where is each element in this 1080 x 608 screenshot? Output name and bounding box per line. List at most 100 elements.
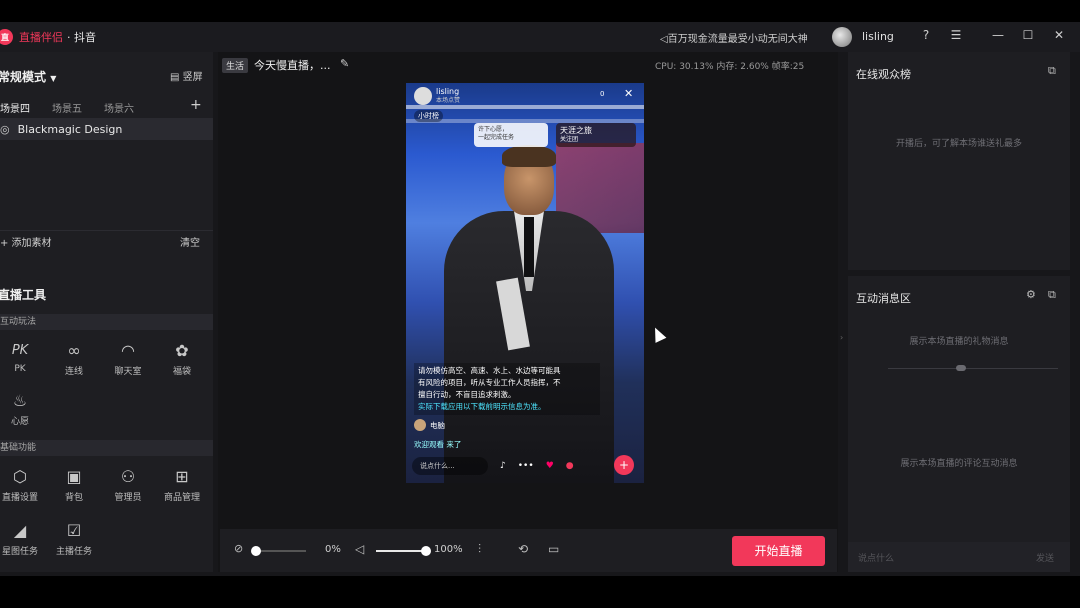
section-interactive: 互动玩法 — [0, 314, 213, 330]
close-icon[interactable]: ✕ — [1051, 28, 1067, 42]
app-name: 直播伴侣 — [19, 31, 63, 44]
hourly-rank-chip: 小时榜 — [414, 110, 443, 122]
task-check-icon: ☑ — [66, 521, 82, 540]
fan-club-card: 天涯之旅 关注团 — [556, 123, 636, 147]
announcement-text[interactable]: ◁百万现金流量最受小动无间大神 — [660, 30, 808, 45]
left-panel: 常规模式 ▼ ▤ 竖屏 场景四 场景五 场景六 + ◎ Blackmagic D… — [0, 52, 213, 572]
message-panel: 互动消息区 ⚙ ⧉ 展示本场直播的礼物消息 展示本场直播的评论互动消息 说点什么… — [848, 276, 1070, 572]
camera-switch-icon[interactable]: ▭ — [548, 542, 559, 556]
resize-handle[interactable] — [956, 365, 966, 371]
phone-header: lisling 本场点赞 — [414, 87, 460, 105]
link-icon: ∞ — [67, 341, 81, 360]
host-task-tool[interactable]: ☑ 主播任务 — [54, 520, 94, 557]
popout-icon[interactable]: ⧉ — [1048, 64, 1056, 78]
caret-down-icon: ▼ — [50, 74, 57, 83]
phone-mic-icon: ♪ — [500, 461, 506, 471]
camera-icon: ◎ — [0, 122, 10, 136]
platform-name: · 抖音 — [67, 31, 96, 44]
speaker-volume-slider[interactable] — [376, 546, 431, 556]
live-settings-tool[interactable]: ⬡ 直播设置 — [0, 466, 40, 503]
phone-gift-icon: ● — [565, 461, 574, 471]
product-tool[interactable]: ⊞ 商品管理 — [162, 466, 202, 503]
user-avatar[interactable] — [832, 27, 852, 47]
performance-stats: CPU: 30.13% 内存: 2.60% 帧率:25 — [655, 62, 805, 72]
message-input-bar: 说点什么 发送 — [848, 542, 1070, 572]
portrait-button[interactable]: ▤ 竖屏 — [170, 68, 203, 83]
mic-volume-value: 0% — [325, 544, 341, 555]
mic-muted-icon[interactable]: ⊘ — [234, 542, 243, 555]
app-logo-icon: 直 — [0, 29, 13, 45]
scene-tab-4[interactable]: 场景四 — [0, 100, 30, 115]
wish-card: 许下心愿， 一起完成任务 — [474, 123, 548, 147]
speaker-icon: ◁ — [660, 34, 668, 45]
help-icon[interactable]: ? — [918, 28, 934, 42]
category-tag[interactable]: 生活 — [222, 58, 249, 73]
phone-heart-icon: ♥ — [545, 461, 554, 471]
speaker-icon[interactable]: ◁ — [355, 542, 364, 556]
lucky-bag-tool[interactable]: ✿ 福袋 — [162, 340, 202, 377]
message-title: 互动消息区 — [856, 292, 911, 305]
backpack-icon: ▣ — [66, 467, 82, 486]
vol-slider-knob[interactable] — [421, 546, 431, 556]
add-scene-button[interactable]: + — [190, 97, 202, 113]
scene-tabs: 场景四 场景五 场景六 + — [0, 96, 213, 118]
chat-message: 电脑 — [414, 419, 445, 431]
pk-icon: PK — [11, 343, 29, 358]
send-button[interactable]: 发送 — [1036, 551, 1054, 564]
gift-hint: 展示本场直播的礼物消息 — [909, 337, 1009, 347]
speaker-volume-value: 100% — [434, 544, 463, 555]
clear-button[interactable]: 清空 — [180, 234, 200, 249]
scene-tab-6[interactable]: 场景六 — [104, 100, 134, 115]
add-material-button[interactable]: + 添加素材 — [0, 234, 52, 249]
phone-comment-input: 说点什么... — [412, 457, 488, 475]
chatroom-tool[interactable]: ◠ 聊天室 — [108, 340, 148, 377]
phone-bottom-bar: 说点什么... ♪ ••• ♥ ● + — [412, 455, 640, 477]
pk-tool[interactable]: PK PK — [0, 340, 40, 374]
mixer-icon[interactable]: ⫶ — [478, 542, 481, 557]
safety-notice: 请勿模仿高空、高速、水上、水边等可能具 有风险的项目，听从专业工作人员指挥，不 … — [414, 363, 600, 415]
settings-icon[interactable]: ⚙ — [1026, 288, 1036, 301]
phone-preview[interactable]: lisling 本场点赞 0 ✕ 小时榜 许下心愿， 一起完成任务 天涯之旅 关… — [406, 83, 644, 483]
phone-more-icon: ••• — [517, 461, 534, 471]
source-item[interactable]: ◎ Blackmagic Design — [0, 118, 213, 140]
phone-plus-icon: + — [614, 455, 634, 475]
popout-icon[interactable]: ⧉ — [1048, 288, 1056, 302]
backpack-tool[interactable]: ▣ 背包 — [54, 466, 94, 503]
audience-panel: 在线观众榜 ⧉ 开播后，可了解本场谁送礼最多 — [848, 52, 1070, 270]
minimize-icon[interactable]: — — [990, 28, 1006, 42]
shop-icon: ⊞ — [175, 467, 189, 486]
audience-title: 在线观众榜 — [856, 68, 911, 81]
wish-icon: ♨ — [12, 391, 28, 410]
vol-slider-fill — [376, 550, 426, 552]
mic-slider-knob[interactable] — [251, 546, 261, 556]
studio-light — [406, 105, 644, 109]
title-bar: 直 直播伴侣 · 抖音 ◁百万现金流量最受小动无间大神 lisling ? ☰ … — [0, 22, 1080, 52]
scene-tab-5[interactable]: 场景五 — [52, 100, 82, 115]
mic-volume-slider[interactable] — [251, 546, 306, 556]
comment-hint: 展示本场直播的评论互动消息 — [900, 459, 1018, 469]
maximize-icon[interactable]: ☐ — [1020, 28, 1036, 42]
username[interactable]: lisling — [862, 30, 894, 43]
admin-tool[interactable]: ⚇ 管理员 — [108, 466, 148, 503]
source-name: Blackmagic Design — [17, 122, 123, 136]
link-tool[interactable]: ∞ 连线 — [54, 340, 94, 377]
star-task-tool[interactable]: ◢ 星图任务 — [0, 520, 40, 557]
settings-icon: ⬡ — [13, 467, 27, 486]
rotate-icon[interactable]: ⟲ — [518, 542, 528, 556]
tools-title: 直播工具 — [0, 288, 47, 302]
join-message: 欢迎观看 来了 — [414, 440, 462, 449]
chat-avatar — [414, 419, 426, 431]
edit-icon[interactable]: ✎ — [340, 57, 349, 70]
presenter-tie — [524, 217, 534, 277]
mouse-cursor — [649, 325, 667, 343]
message-input[interactable]: 说点什么 — [858, 551, 894, 564]
wish-tool[interactable]: ♨ 心愿 — [0, 390, 40, 427]
audience-hint: 开播后，可了解本场谁送礼最多 — [895, 139, 1022, 149]
mode-selector[interactable]: 常规模式 ▼ — [0, 68, 56, 85]
phone-close-icon: ✕ — [624, 87, 634, 100]
collapse-arrow-icon[interactable]: › — [840, 333, 843, 342]
menu-icon[interactable]: ☰ — [948, 28, 964, 42]
screen-icon: ▤ — [170, 72, 180, 83]
start-live-button[interactable]: 开始直播 — [732, 536, 825, 566]
chatroom-icon: ◠ — [121, 341, 135, 360]
